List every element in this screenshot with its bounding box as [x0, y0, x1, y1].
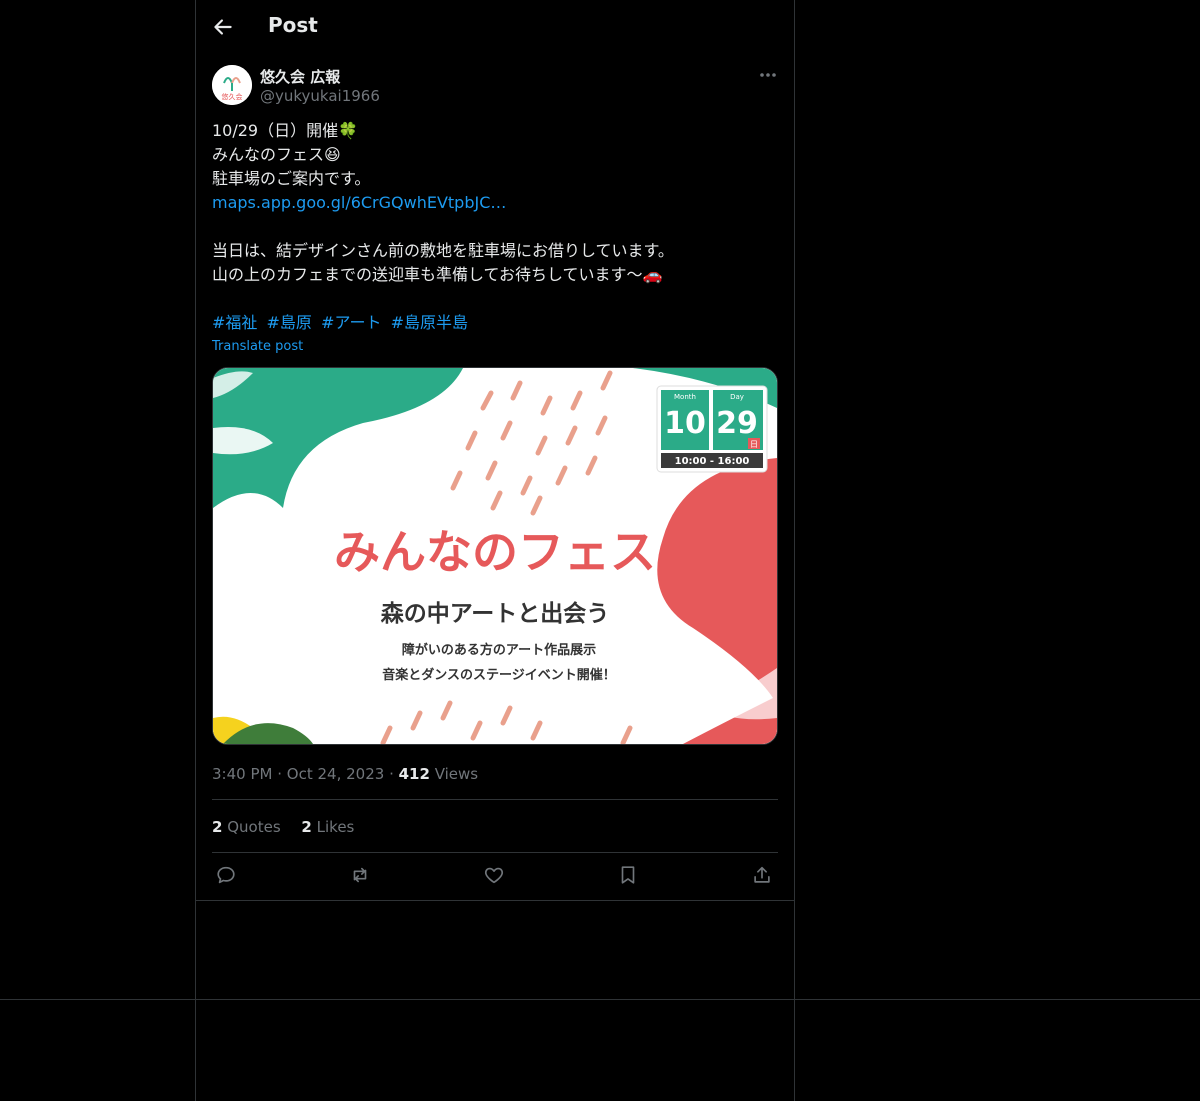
event-time: 10:00 - 16:00	[675, 456, 750, 467]
author-handle[interactable]: @yukyukai1966	[260, 87, 380, 105]
views-label: Views	[434, 765, 479, 783]
post-date[interactable]: Oct 24, 2023	[287, 765, 385, 783]
column-border-right	[794, 0, 795, 1101]
reply-button[interactable]	[215, 864, 241, 890]
divider	[212, 799, 778, 800]
share-button[interactable]	[751, 864, 777, 890]
month-value: 10	[664, 406, 706, 441]
text-line: 10/29（日）開催🍀	[212, 121, 359, 140]
page-title: Post	[268, 13, 318, 37]
text-line: 駐車場のご案内です。	[212, 169, 371, 188]
post-text: 10/29（日）開催🍀 みんなのフェス😆 駐車場のご案内です。 maps.app…	[212, 119, 778, 335]
hashtag-link[interactable]: #島原半島	[391, 313, 468, 332]
author-name[interactable]: 悠久会 広報	[260, 66, 340, 87]
poster-title: みんなのフェス	[334, 525, 656, 579]
month-label: Month	[674, 393, 696, 401]
post-time[interactable]: 3:40 PM	[212, 765, 272, 783]
likes-stat[interactable]: 2 Likes	[301, 818, 354, 836]
repost-button[interactable]	[349, 864, 375, 890]
hashtag-link[interactable]: #アート	[321, 313, 381, 332]
text-line: みんなのフェス😆	[212, 145, 341, 164]
divider	[212, 852, 778, 853]
more-icon	[760, 73, 776, 77]
poster-line: 障がいのある方のアート作品展示	[402, 642, 596, 658]
text-line: 山の上のカフェまでの送迎車も準備してお待ちしています〜🚗	[212, 265, 663, 284]
svg-text:悠久会: 悠久会	[222, 92, 243, 101]
avatar[interactable]: 悠久会	[212, 65, 252, 105]
post-bottom-border	[196, 900, 794, 901]
heart-icon	[484, 867, 504, 884]
more-options-button[interactable]	[756, 65, 780, 85]
reply-icon	[217, 866, 235, 884]
post-meta: 3:40 PM · Oct 24, 2023 · 412 Views	[212, 765, 479, 783]
arrow-left-icon	[214, 19, 232, 35]
bookmark-icon	[621, 866, 635, 884]
day-value: 29	[716, 406, 758, 441]
translate-post-link[interactable]: Translate post	[212, 339, 303, 354]
hashtag-link[interactable]: #島原	[267, 313, 312, 332]
page-divider	[0, 999, 1200, 1000]
header: Post	[196, 0, 794, 53]
post-stats: 2 Quotes 2 Likes	[212, 818, 370, 836]
like-button[interactable]	[483, 864, 509, 890]
weekday: 日	[750, 440, 758, 449]
maps-link[interactable]: maps.app.goo.gl/6CrGQwhEVtpbJC…	[212, 193, 506, 212]
text-line: 当日は、結デザインさん前の敷地を駐車場にお借りしています。	[212, 241, 674, 260]
repost-icon	[353, 867, 367, 883]
poster-subtitle: 森の中アートと出会う	[381, 600, 610, 627]
post-image[interactable]: Month Day 10 29 日 10:00 - 16:00 みんなのフェス …	[212, 367, 778, 745]
share-icon	[754, 866, 770, 883]
post-column: Post 悠久会 悠久会 広報 @yukyukai1966 10/29（日）開催…	[196, 0, 794, 901]
hashtags: #福祉 #島原 #アート #島原半島	[212, 311, 778, 335]
views-count: 412	[398, 765, 430, 783]
bookmark-button[interactable]	[617, 864, 643, 890]
day-label: Day	[730, 393, 744, 401]
hashtag-link[interactable]: #福祉	[212, 313, 257, 332]
back-button[interactable]	[210, 14, 236, 40]
logo-icon: 悠久会	[212, 65, 252, 105]
festival-poster: Month Day 10 29 日 10:00 - 16:00 みんなのフェス …	[213, 368, 777, 744]
poster-line: 音楽とダンスのステージイベント開催！	[382, 667, 615, 683]
quotes-stat[interactable]: 2 Quotes	[212, 818, 281, 836]
